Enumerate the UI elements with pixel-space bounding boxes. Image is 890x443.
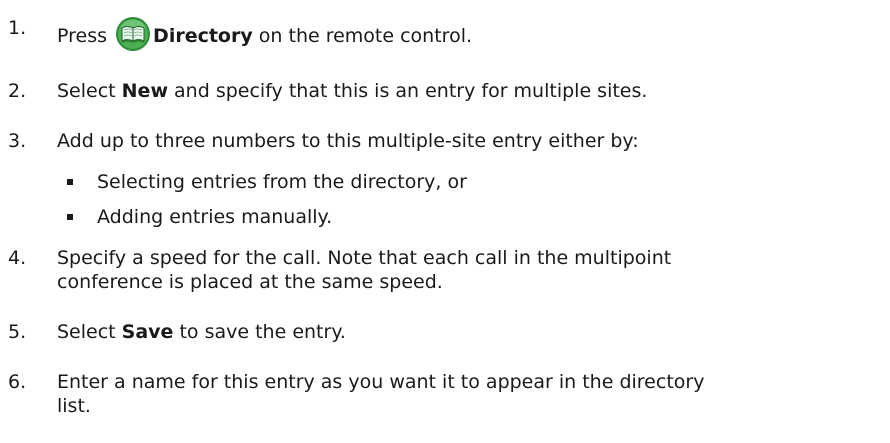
step-text-line-2: list. xyxy=(57,395,91,417)
step-number: 5. xyxy=(8,321,27,343)
step-number: 2. xyxy=(8,80,27,102)
step-text-line-1: Enter a name for this entry as you want … xyxy=(57,371,705,393)
step-text: Select Save to save the entry. xyxy=(57,320,346,344)
sub-bullet-text: Selecting entries from the directory, or xyxy=(97,171,467,193)
step-text-bold: New xyxy=(121,80,168,102)
step-text-bold: Directory xyxy=(153,25,253,47)
step-number: 6. xyxy=(8,371,27,393)
step-text-post: and specify that this is an entry for mu… xyxy=(168,80,648,102)
bullet-icon xyxy=(67,179,73,185)
step-number: 4. xyxy=(8,247,27,269)
step-text: Select New and specify that this is an e… xyxy=(57,79,647,103)
step-text-post: on the remote control. xyxy=(252,25,473,47)
step-text-bold: Save xyxy=(121,321,174,343)
step-text-line-2: conference is placed at the same speed. xyxy=(57,271,443,293)
step-text: Press Directory on the remote control. xyxy=(57,16,472,52)
step-text-post: to save the entry. xyxy=(173,321,346,343)
step-number: 1. xyxy=(8,17,27,39)
sub-bullet-text: Adding entries manually. xyxy=(97,206,333,228)
directory-book-icon xyxy=(115,16,151,52)
step-text-line-1: Specify a speed for the call. Note that … xyxy=(57,247,672,269)
instruction-list: 1. Press Directory on the remote control… xyxy=(0,0,890,443)
step-text: Add up to three numbers to this multiple… xyxy=(57,130,639,152)
step-text-pre: Press xyxy=(57,25,114,47)
step-text-pre: Select xyxy=(57,80,122,102)
step-text-pre: Select xyxy=(57,321,122,343)
step-number: 3. xyxy=(8,130,27,152)
bullet-icon xyxy=(67,214,73,220)
